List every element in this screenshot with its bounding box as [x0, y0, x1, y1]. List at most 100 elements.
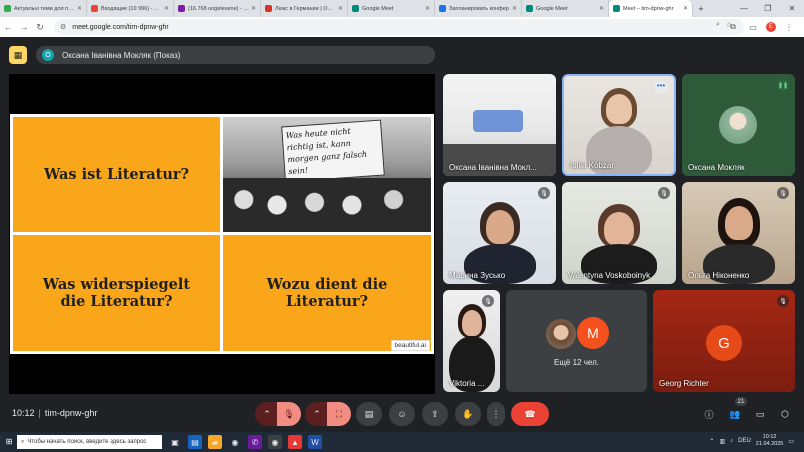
- participant-avatar: [719, 106, 757, 144]
- participant-name: Valentyna Voskoboinyk: [568, 271, 651, 280]
- chrome-icon[interactable]: ◉: [228, 435, 242, 449]
- participant-tile[interactable]: 🎙 Viktoria ...: [443, 290, 500, 392]
- start-icon[interactable]: ⊞: [4, 436, 14, 446]
- app-icon[interactable]: ▲: [288, 435, 302, 449]
- menu-dots-icon[interactable]: ⋮: [782, 19, 796, 35]
- camera-toggle-button[interactable]: ⛶: [327, 402, 351, 426]
- new-tab-icon[interactable]: +: [693, 0, 709, 17]
- slide-photo: Was heute nicht richtig ist, kann morgen…: [223, 117, 431, 232]
- notifications-icon[interactable]: ▭: [788, 438, 794, 445]
- present-button[interactable]: ⇪: [422, 402, 448, 426]
- back-icon[interactable]: ←: [0, 19, 16, 35]
- browser-tab[interactable]: Google Meet ✕: [348, 0, 435, 17]
- participant-name: Оксана Іванівна Мокл...: [449, 163, 537, 172]
- close-icon[interactable]: ✕: [512, 5, 517, 12]
- site-info-icon[interactable]: ⚙: [60, 23, 66, 31]
- tray-chevron-icon[interactable]: ⌃: [709, 438, 714, 445]
- browser-tab[interactable]: Люкс в Германии | Online ✕: [261, 0, 348, 17]
- close-icon[interactable]: ✕: [338, 5, 343, 12]
- close-icon[interactable]: ✕: [683, 5, 688, 12]
- video-options-button[interactable]: ⌃: [305, 402, 329, 426]
- camera-off-icon: ⛶: [335, 408, 343, 419]
- more-options-icon[interactable]: •••: [654, 81, 668, 93]
- minimize-icon[interactable]: —: [732, 0, 756, 17]
- participant-tile[interactable]: Оксана Іванівна Мокл...: [443, 74, 556, 176]
- emoji-button[interactable]: ☺: [389, 402, 415, 426]
- meeting-details-button[interactable]: ⓘ: [700, 402, 718, 426]
- meet-icon: [352, 5, 359, 12]
- close-icon[interactable]: ✕: [251, 5, 256, 12]
- mail-icon: [178, 5, 185, 12]
- task-view-icon[interactable]: ▣: [168, 435, 182, 449]
- language-indicator[interactable]: DEU: [738, 438, 751, 444]
- browser-tab[interactable]: Входящие (10 996) - язуз ✕: [87, 0, 174, 17]
- participant-tile[interactable]: 🎙 Ольга Ніконенко: [682, 182, 795, 284]
- participant-tile[interactable]: 🎙 Valentyna Voskoboinyk: [562, 182, 676, 284]
- more-options-button[interactable]: ⋮: [487, 402, 505, 426]
- zoom-icon[interactable]: ⌕: [716, 21, 720, 29]
- leave-call-button[interactable]: ☎: [511, 402, 549, 426]
- participant-tile[interactable]: 🎙 Марина Зусько: [443, 182, 556, 284]
- browser-tab[interactable]: (16.768 ungelesene) - von ✕: [174, 0, 261, 17]
- forward-icon[interactable]: →: [16, 19, 32, 35]
- participant-avatar-letter: G: [706, 325, 742, 361]
- captions-button[interactable]: ▤: [356, 402, 382, 426]
- raise-hand-button[interactable]: ✋: [455, 402, 481, 426]
- close-window-icon[interactable]: ✕: [780, 0, 804, 17]
- browser-tab[interactable]: Google Meet ✕: [522, 0, 609, 17]
- activities-button[interactable]: ⬡: [776, 402, 794, 426]
- chevron-up-icon: ⌃: [313, 408, 321, 419]
- extensions-icon[interactable]: ⧉: [726, 19, 740, 35]
- more-participants-tile[interactable]: M Ещё 12 чел.: [506, 290, 647, 392]
- participant-face: [604, 212, 634, 246]
- info-icon: ⓘ: [704, 409, 714, 420]
- file-explorer-icon[interactable]: ▤: [188, 435, 202, 449]
- maximize-icon[interactable]: ❐: [756, 0, 780, 17]
- url-input[interactable]: ⚙ meet.google.com/tim-dpnw-ghr: [54, 19, 744, 35]
- participant-face: [606, 94, 632, 124]
- mic-off-icon: 🎙: [283, 408, 295, 419]
- mic-toggle-button[interactable]: 🎙: [277, 402, 301, 426]
- profile-avatar[interactable]: E: [766, 22, 776, 32]
- taskbar-clock[interactable]: 10:12 21.04.2025: [756, 434, 784, 448]
- close-icon[interactable]: ✕: [425, 5, 430, 12]
- meet-header: ▦ О Оксана Іванівна Мокляк (Показ): [0, 37, 804, 73]
- meet-icon: [613, 5, 620, 12]
- participant-face: [724, 206, 753, 240]
- meeting-info: 10:12 | tim-dpnw-ghr: [12, 408, 98, 418]
- tab-favicon-icon: [4, 5, 11, 12]
- browser-tab-active[interactable]: Meet – tim-dpnw-ghr ✕: [609, 0, 693, 17]
- taskbar-apps: ▣ ▤ ▰ ◉ ✆ ◉ ▲ W: [168, 435, 322, 449]
- volume-icon[interactable]: ♪: [730, 438, 733, 444]
- presenter-avatar: О: [42, 49, 54, 61]
- slide: Was ist Literatur? Was heute nicht richt…: [10, 114, 434, 354]
- participant-tile-speaking[interactable]: ••• Iuliia Kobzar: [562, 74, 676, 176]
- slide-question-3: Wozu dient die Literatur?: [223, 235, 431, 351]
- chrome-active-icon[interactable]: ◉: [268, 435, 282, 449]
- network-icon[interactable]: ▥: [719, 438, 725, 445]
- browser-tab[interactable]: Актуальні теми для публ ✕: [0, 0, 87, 17]
- participant-tile[interactable]: G 🎙 Georg Richter: [653, 290, 795, 392]
- chat-icon: ▭: [755, 408, 765, 419]
- participant-face: [461, 310, 482, 336]
- chat-button[interactable]: ▭: [751, 402, 769, 426]
- audio-options-button[interactable]: ⌃: [255, 402, 279, 426]
- close-icon[interactable]: ✕: [77, 5, 82, 12]
- calendar-icon: [439, 5, 446, 12]
- reload-icon[interactable]: ↻: [32, 19, 48, 35]
- taskbar-search-input[interactable]: ⌕ Чтобы начать поиск, введите здесь запр…: [17, 435, 162, 449]
- url-text: meet.google.com/tim-dpnw-ghr: [72, 23, 169, 31]
- viber-icon[interactable]: ✆: [248, 435, 262, 449]
- close-icon[interactable]: ✕: [164, 5, 169, 12]
- activities-icon: ⬡: [781, 408, 789, 419]
- split-view-icon[interactable]: ▭: [746, 19, 760, 35]
- present-screen-icon: ⇪: [431, 408, 439, 419]
- browser-tab[interactable]: Запланировать конфер ✕: [435, 0, 522, 17]
- word-icon[interactable]: W: [308, 435, 322, 449]
- participant-tile[interactable]: ❚❚ Оксана Мокляк: [682, 74, 795, 176]
- folder-icon[interactable]: ▰: [208, 435, 222, 449]
- close-icon[interactable]: ✕: [599, 5, 604, 12]
- search-icon: ⌕: [21, 438, 25, 445]
- presentation-icon[interactable]: ▦: [9, 46, 27, 64]
- presenter-pill[interactable]: О Оксана Іванівна Мокляк (Показ): [36, 46, 435, 64]
